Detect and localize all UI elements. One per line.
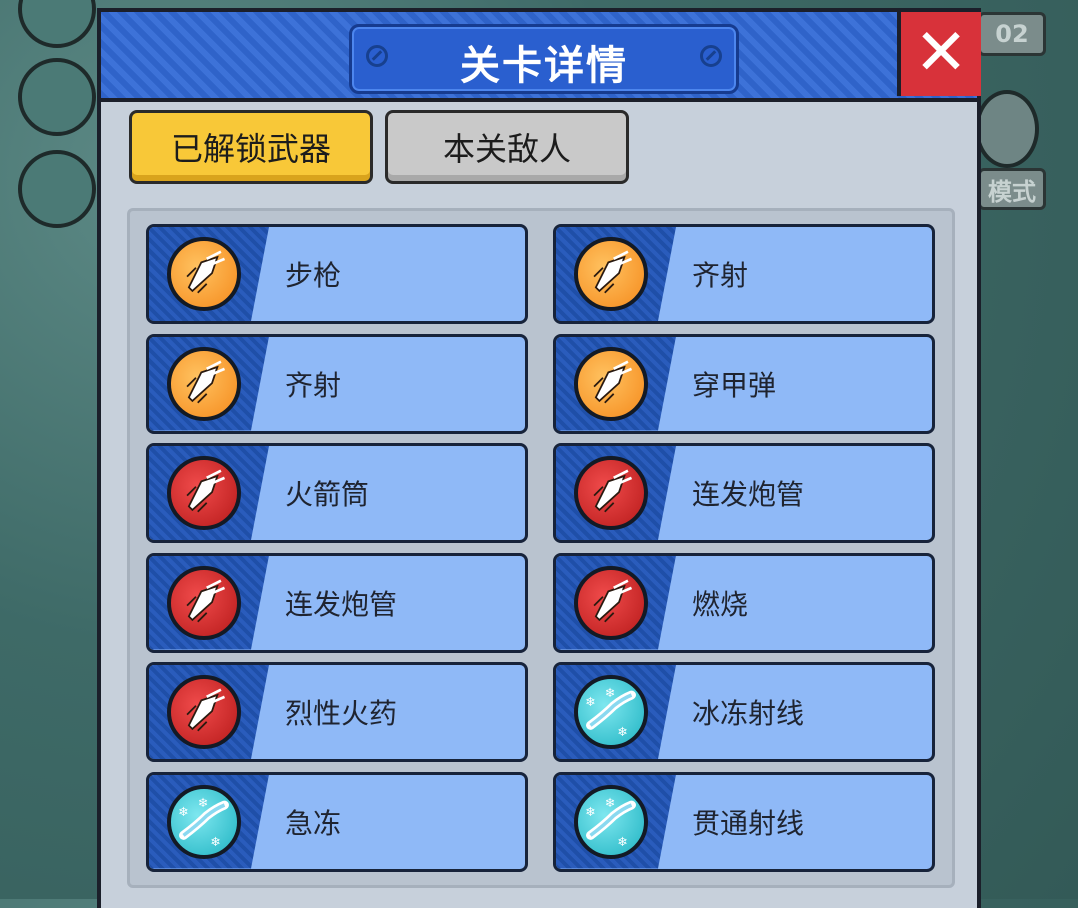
tab-level-enemies[interactable]: 本关敌人 — [385, 110, 629, 184]
svg-text:❄: ❄ — [617, 724, 627, 739]
rocket-orange-icon — [167, 346, 241, 421]
weapon-card[interactable]: 火箭筒 — [146, 443, 528, 543]
bolt-icon — [700, 45, 722, 67]
rocket-orange-icon — [167, 237, 241, 311]
level-details-dialog: 关卡详情 ✕ 已解锁武器 本关敌人 步枪 齐射 齐射 穿甲弹 火箭筒 连发炮管 连发炮管 燃烧… — [97, 8, 981, 908]
rocket-red-icon — [167, 565, 241, 640]
bg-avatar-1 — [18, 0, 96, 48]
weapon-card[interactable]: 燃烧 — [553, 552, 935, 653]
frost-beam-icon: ❄ ❄ ❄ — [167, 784, 241, 859]
weapon-name: 步枪 — [285, 259, 342, 292]
rocket-orange-icon — [574, 346, 648, 421]
weapon-name: 齐射 — [692, 259, 749, 292]
weapon-name: 燃烧 — [692, 587, 749, 621]
weapon-name: 烈性火药 — [285, 697, 398, 730]
rocket-red-icon — [167, 675, 241, 749]
frost-beam-icon: ❄ ❄ ❄ — [574, 784, 648, 859]
weapon-card[interactable]: ❄ ❄ ❄ 冰冻射线 — [553, 662, 935, 762]
weapon-card[interactable]: 齐射 — [553, 224, 935, 324]
bg-avatar-3 — [18, 150, 96, 228]
weapon-name: 穿甲弹 — [692, 368, 777, 402]
svg-text:❄: ❄ — [605, 794, 615, 809]
rocket-red-icon — [167, 456, 241, 530]
title-plate: 关卡详情 — [349, 24, 739, 94]
weapon-name: 连发炮管 — [285, 587, 398, 621]
svg-text:❄: ❄ — [585, 803, 595, 818]
weapon-name: 连发炮管 — [692, 478, 805, 511]
dialog-header: 关卡详情 ✕ — [101, 12, 981, 102]
rocket-red-icon — [574, 565, 648, 640]
dialog-title: 关卡详情 — [460, 43, 628, 89]
svg-text:❄: ❄ — [210, 834, 220, 849]
weapon-card[interactable]: ❄ ❄ ❄ 贯通射线 — [553, 771, 935, 872]
svg-text:❄: ❄ — [585, 694, 595, 709]
svg-text:❄: ❄ — [198, 794, 208, 809]
svg-text:❄: ❄ — [178, 803, 188, 818]
close-icon: ✕ — [914, 16, 968, 90]
svg-text:❄: ❄ — [617, 834, 627, 849]
weapon-name: 齐射 — [285, 368, 342, 402]
close-button[interactable]: ✕ — [897, 12, 981, 96]
rocket-red-icon — [574, 456, 648, 530]
bg-settings-circle — [975, 90, 1039, 168]
svg-text:❄: ❄ — [605, 685, 615, 700]
weapon-card[interactable]: ❄ ❄ ❄ 急冻 — [146, 771, 528, 872]
weapon-card[interactable]: 步枪 — [146, 224, 528, 324]
bg-avatar-2 — [18, 58, 96, 136]
weapon-card[interactable]: 烈性火药 — [146, 662, 528, 762]
weapon-card[interactable]: 连发炮管 — [146, 552, 528, 653]
rocket-orange-icon — [574, 237, 648, 311]
weapon-name: 冰冻射线 — [692, 697, 805, 730]
tab-unlocked-weapons[interactable]: 已解锁武器 — [129, 110, 373, 184]
bg-mode-tag: 模式 — [978, 168, 1046, 210]
weapon-card[interactable]: 齐射 — [146, 333, 528, 434]
bg-level-tag: 02 — [978, 12, 1046, 56]
weapon-card[interactable]: 连发炮管 — [553, 443, 935, 543]
weapon-name: 火箭筒 — [285, 478, 370, 511]
weapon-grid: 步枪 齐射 齐射 穿甲弹 火箭筒 连发炮管 连发炮管 燃烧 烈性火药 ❄ ❄ ❄ 冰冻射线 ❄ ❄ ❄ 急冻 ❄ ❄… — [127, 208, 955, 888]
weapon-name: 贯通射线 — [692, 806, 805, 840]
weapon-card[interactable]: 穿甲弹 — [553, 333, 935, 434]
frost-beam-icon: ❄ ❄ ❄ — [574, 675, 648, 749]
weapon-name: 急冻 — [285, 806, 342, 840]
